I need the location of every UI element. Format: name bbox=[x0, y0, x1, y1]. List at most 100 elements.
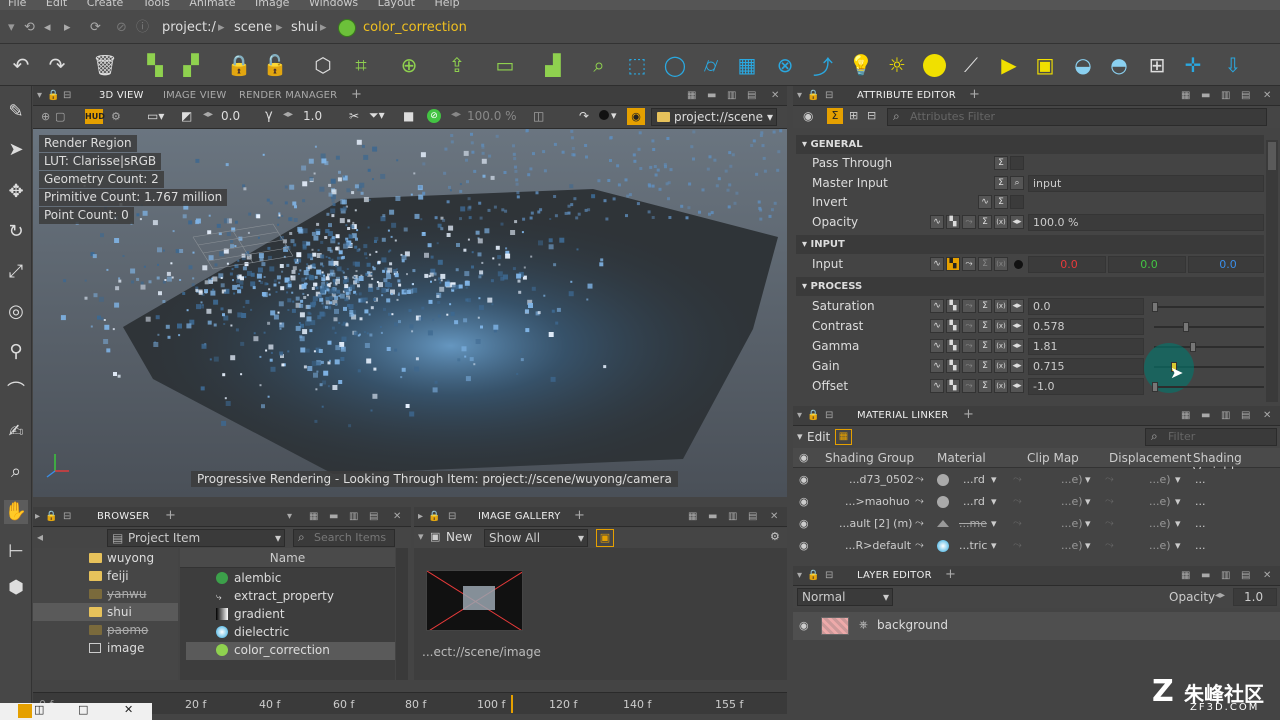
stepper-icon[interactable]: ◂▸ bbox=[1010, 299, 1024, 313]
new-button[interactable]: New bbox=[446, 530, 472, 544]
folder-paomo[interactable]: paomo bbox=[89, 623, 148, 637]
video-camera-icon[interactable]: ■ bbox=[403, 109, 414, 123]
close-icon[interactable]: ✕ bbox=[124, 703, 133, 716]
section-general[interactable]: ▾ GENERAL bbox=[796, 135, 1264, 154]
path-scene[interactable]: scene bbox=[234, 18, 272, 38]
panel-float-icon[interactable]: ⊟ bbox=[825, 90, 834, 101]
layout-icon[interactable]: ▦ bbox=[688, 511, 698, 522]
split-vertical-icon[interactable]: ▥ bbox=[1221, 90, 1231, 101]
dropdown-icon[interactable]: ▾ bbox=[8, 18, 15, 38]
close-panel-icon[interactable]: ✕ bbox=[393, 511, 402, 522]
panel-lock-icon[interactable]: 🔒 bbox=[807, 570, 820, 581]
link-icon[interactable]: ⤳ bbox=[1105, 472, 1114, 486]
add-tab-icon[interactable]: + bbox=[963, 407, 974, 422]
sigma-icon[interactable]: Σ bbox=[994, 195, 1008, 209]
expression-icon[interactable]: (x) bbox=[994, 215, 1008, 229]
table-row[interactable]: ◉ ...R>default ⤳ ...tric ▾ ⤳ ...e) ▾ ⤳ .… bbox=[793, 535, 1280, 557]
link-icon[interactable]: ⤳ bbox=[962, 339, 976, 353]
item-color-correction[interactable]: color_correction bbox=[216, 643, 330, 657]
refresh-icon[interactable]: ⟳ bbox=[90, 18, 101, 38]
texture-icon[interactable]: ▚ bbox=[946, 299, 960, 313]
menu-animate[interactable]: Animate bbox=[189, 0, 235, 8]
project-item-dropdown[interactable]: ▤ Project Item ▾ bbox=[107, 529, 285, 547]
move-icon[interactable]: ✥ bbox=[4, 180, 28, 204]
menu-image[interactable]: Image bbox=[255, 0, 289, 8]
contrast-field[interactable]: 0.578 bbox=[1028, 318, 1144, 335]
col-material[interactable]: Material bbox=[937, 451, 986, 465]
link-icon[interactable]: ⤳ bbox=[1013, 538, 1022, 552]
link-icon[interactable]: ⤳ bbox=[962, 215, 976, 229]
attribute-scrollbar[interactable] bbox=[1266, 140, 1278, 402]
panel-menu-icon[interactable]: ▸ bbox=[418, 511, 423, 522]
layer-row[interactable]: ◉ ⎈ background bbox=[793, 612, 1280, 640]
split-horizontal-icon[interactable]: ▤ bbox=[1241, 90, 1251, 101]
forward-icon[interactable]: ▸ bbox=[64, 18, 71, 38]
menu-windows[interactable]: Windows bbox=[309, 0, 358, 8]
down-arrow-icon[interactable]: ⇩ bbox=[1218, 50, 1248, 80]
lock-icon[interactable]: 🔒 bbox=[224, 50, 254, 80]
sigma-icon[interactable]: Σ bbox=[978, 359, 992, 373]
scene-icon[interactable]: ▟ bbox=[538, 50, 568, 80]
panel-lock-icon[interactable]: 🔒 bbox=[428, 511, 441, 522]
render-toggle-icon[interactable]: ⊘ bbox=[427, 109, 441, 123]
gamma-field[interactable]: 1.0 bbox=[303, 109, 322, 123]
frame-icon[interactable]: ▢ bbox=[55, 110, 65, 123]
panel-float-icon[interactable]: ⊟ bbox=[63, 90, 72, 101]
tab-attribute-editor[interactable]: ATTRIBUTE EDITOR bbox=[857, 90, 956, 101]
up-icon[interactable]: ◂ bbox=[37, 530, 43, 544]
expression-icon[interactable]: (x) bbox=[994, 359, 1008, 373]
sphere-icon[interactable]: ◯ bbox=[660, 50, 690, 80]
stepper-icon[interactable]: ◂▸ bbox=[1010, 339, 1024, 353]
split-vertical-icon[interactable]: ▥ bbox=[728, 511, 738, 522]
render-settings-icon[interactable]: ⚙ bbox=[111, 110, 121, 123]
stepper-icon[interactable]: ◂▸ bbox=[1010, 319, 1024, 333]
minimize-panel-icon[interactable]: ▬ bbox=[1201, 90, 1211, 101]
material-cell[interactable]: ...rd bbox=[963, 495, 985, 508]
layout-icon[interactable]: ▦ bbox=[1181, 90, 1191, 101]
layout-icon[interactable]: ▦ bbox=[1181, 570, 1191, 581]
look-through-eye-icon[interactable]: ◉ bbox=[627, 108, 645, 125]
layout-icon[interactable]: ▦ bbox=[309, 511, 319, 522]
input-b-field[interactable]: 0.0 bbox=[1188, 256, 1264, 273]
edit-menu[interactable]: Edit bbox=[807, 430, 830, 444]
tab-render-manager[interactable]: RENDER MANAGER bbox=[239, 90, 337, 101]
shape-icon[interactable]: ⬢ bbox=[4, 576, 28, 600]
gamma-icon[interactable]: γ bbox=[265, 108, 273, 123]
link-icon[interactable]: ⤳ bbox=[962, 359, 976, 373]
sigma-icon[interactable]: Σ bbox=[978, 379, 992, 393]
gain-field[interactable]: 0.715 bbox=[1028, 358, 1144, 375]
gallery-view-icon[interactable]: ▣ bbox=[596, 529, 614, 547]
hud-toggle[interactable]: HUD bbox=[85, 109, 105, 124]
sigma-icon[interactable]: Σ bbox=[978, 339, 992, 353]
snap-icon[interactable]: ✂ bbox=[349, 109, 359, 123]
shading-variable-cell[interactable]: ... bbox=[1195, 495, 1206, 508]
link-icon[interactable]: ⤳ bbox=[962, 379, 976, 393]
split-horizontal-icon[interactable]: ▤ bbox=[369, 511, 379, 522]
texture-icon[interactable]: ▚ bbox=[946, 257, 960, 271]
chevron-down-icon[interactable]: ▾ bbox=[991, 539, 997, 552]
grid-icon[interactable]: ▦ bbox=[732, 50, 762, 80]
display-icon[interactable]: ▭▾ bbox=[147, 109, 164, 123]
context-selector[interactable]: project://scene ▾ bbox=[651, 108, 777, 126]
panel-menu-icon[interactable]: ▸ bbox=[35, 511, 40, 522]
item-extract-property[interactable]: ⤷ extract_property bbox=[216, 589, 334, 603]
add-tab-icon[interactable]: + bbox=[945, 567, 956, 582]
menu-tools[interactable]: Tools bbox=[143, 0, 170, 8]
gallery-menu-icon[interactable]: ▾ bbox=[418, 530, 424, 543]
stepper-icon[interactable]: ◂▸ bbox=[1010, 215, 1024, 229]
add-tab-icon[interactable]: + bbox=[351, 87, 362, 102]
snapshot-icon[interactable]: ◫ bbox=[533, 109, 544, 123]
panel-menu-icon[interactable]: ▾ bbox=[797, 90, 802, 101]
close-panel-icon[interactable]: ✕ bbox=[1263, 90, 1272, 101]
item-alembic[interactable]: alembic bbox=[216, 571, 281, 585]
menu-layout[interactable]: Layout bbox=[378, 0, 415, 8]
bg-dropdown-icon[interactable]: ▾ bbox=[611, 109, 617, 122]
pass-through-checkbox[interactable] bbox=[1010, 156, 1024, 170]
background-color-icon[interactable] bbox=[599, 110, 609, 120]
clip-map-cell[interactable]: ...e) bbox=[1061, 539, 1083, 552]
table-row[interactable]: ◉ ...>maohuo ⤳ ...rd ▾ ⤳ ...e) ▾ ⤳ ...e)… bbox=[793, 491, 1280, 513]
path-root[interactable]: project:/ bbox=[162, 18, 216, 38]
camera-options-icon[interactable]: ⊕ bbox=[41, 110, 50, 123]
link-icon[interactable]: ⤳ bbox=[1013, 516, 1022, 530]
gi-icon[interactable]: ◒ bbox=[1068, 50, 1098, 80]
